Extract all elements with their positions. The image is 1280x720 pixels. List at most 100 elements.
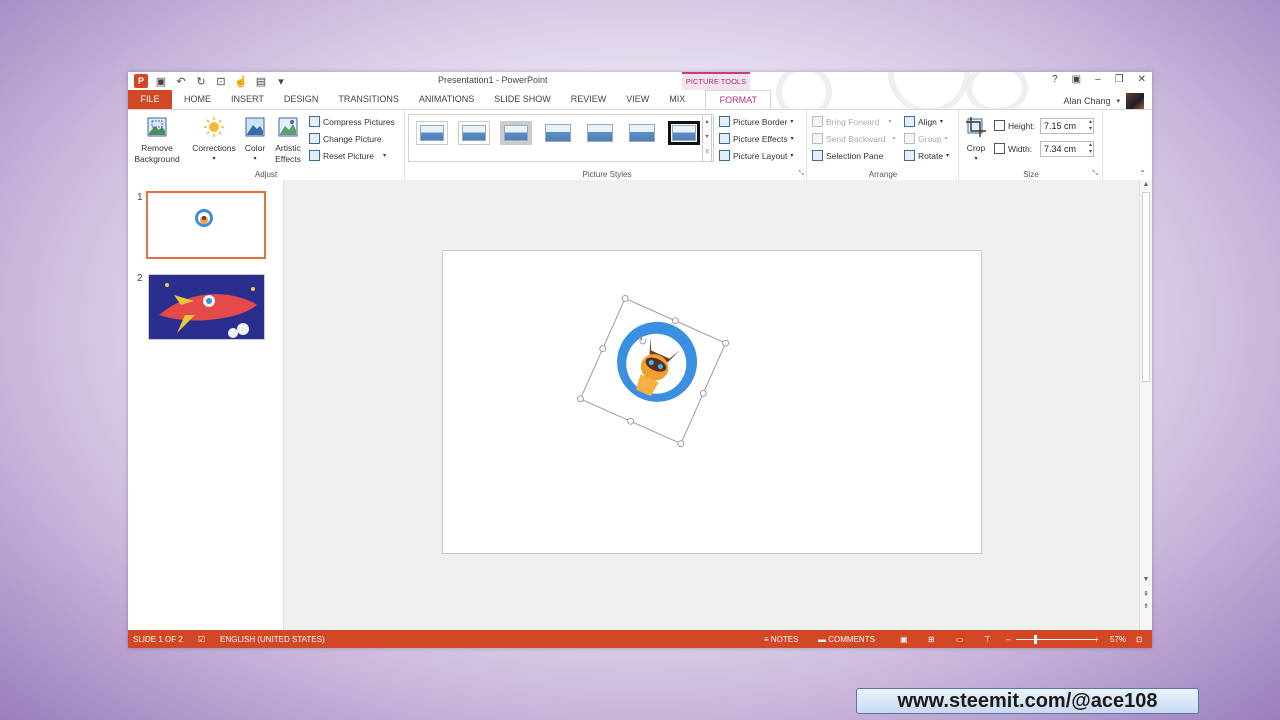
fit-slide-icon[interactable]: ⊡ <box>1136 635 1143 644</box>
picture-style-thumb[interactable] <box>668 121 700 145</box>
tab-slide-show[interactable]: SLIDE SHOW <box>484 90 561 109</box>
picture-layout-button[interactable]: Picture Layout ▾ <box>719 150 793 161</box>
current-slide[interactable]: ↻ <box>442 250 982 554</box>
slide-editor: ↻ <box>284 180 1140 630</box>
notes-button[interactable]: ≡ NOTES <box>764 635 798 644</box>
group-icon <box>904 133 915 144</box>
reset-picture-button[interactable]: Reset Picture ▾ <box>309 150 386 161</box>
height-field[interactable]: 7.15 cm ▴ ▾ <box>1040 118 1094 134</box>
tab-format[interactable]: FORMAT <box>705 90 772 109</box>
scroll-down-icon[interactable]: ▼ <box>1140 576 1152 583</box>
bring-forward-button[interactable]: Bring Forward ▾ <box>812 116 891 127</box>
send-backward-button[interactable]: Send Backward ▾ <box>812 133 896 144</box>
tab-design[interactable]: DESIGN <box>274 90 329 109</box>
touch-mode-icon[interactable]: ☝ <box>234 75 248 88</box>
slide-thumbnail-2[interactable] <box>148 274 265 340</box>
spelling-check-icon[interactable]: ☑ <box>198 635 205 644</box>
artistic-effects-button[interactable]: Artistic Effects <box>270 116 306 165</box>
rocket-illustration <box>149 275 264 339</box>
height-spinner[interactable]: ▴ ▾ <box>1089 119 1092 133</box>
customize-qat-icon[interactable]: ▾ <box>274 75 288 88</box>
user-name: Alan Chang <box>1063 96 1111 106</box>
picture-styles-group-label: Picture Styles <box>582 170 632 179</box>
save-as-icon[interactable]: ▤ <box>254 75 268 88</box>
tab-home[interactable]: HOME <box>174 90 221 109</box>
chevron-down-icon: ▾ <box>939 119 943 125</box>
tab-animations[interactable]: ANIMATIONS <box>409 90 484 109</box>
picture-border-button[interactable]: Picture Border ▾ <box>719 116 793 127</box>
minimize-icon[interactable]: – <box>1095 74 1101 85</box>
change-picture-button[interactable]: Change Picture <box>309 133 382 144</box>
collapse-ribbon-icon[interactable]: ⌃ <box>1139 169 1146 178</box>
quick-access-toolbar: P ▣ ↶ ↻ ⊡ ☝ ▤ ▾ <box>134 74 288 88</box>
remove-background-button[interactable]: Remove Background <box>130 116 184 165</box>
slide-sorter-icon[interactable]: ⊞ <box>928 635 935 644</box>
window-title: Presentation1 - PowerPoint <box>438 75 548 85</box>
ribbon-display-options-icon[interactable]: ▣ <box>1072 74 1081 85</box>
group-button[interactable]: Group ▾ <box>904 133 948 144</box>
help-icon[interactable]: ? <box>1052 74 1058 85</box>
dialog-launcher-icon[interactable]: ⤡ <box>1092 170 1098 178</box>
scroll-up-icon[interactable]: ▲ <box>1140 181 1152 188</box>
title-bar: P ▣ ↶ ↻ ⊡ ☝ ▤ ▾ Presentation1 - PowerPoi… <box>128 72 1152 120</box>
comments-button[interactable]: ▬ COMMENTS <box>818 635 875 644</box>
undo-icon[interactable]: ↶ <box>174 75 188 88</box>
tab-view[interactable]: VIEW <box>616 90 659 109</box>
language-status[interactable]: ENGLISH (UNITED STATES) <box>220 635 325 644</box>
tab-file[interactable]: FILE <box>128 90 172 109</box>
corrections-button[interactable]: Corrections ▾ <box>188 116 240 165</box>
picture-style-thumb[interactable] <box>584 121 616 145</box>
chevron-down-icon: ▾ <box>1116 98 1120 105</box>
width-field[interactable]: 7.34 cm ▴ ▾ <box>1040 141 1094 157</box>
picture-effects-button[interactable]: Picture Effects ▾ <box>719 133 794 144</box>
status-bar: SLIDE 1 OF 2 ☑ ENGLISH (UNITED STATES) ≡… <box>128 630 1152 648</box>
align-icon <box>904 116 915 127</box>
zoom-slider[interactable] <box>1016 639 1096 640</box>
zoom-in-icon[interactable]: + <box>1094 635 1099 644</box>
crop-button[interactable]: Crop ▾ <box>964 116 988 165</box>
powerpoint-logo-icon: P <box>134 74 148 88</box>
zoom-level[interactable]: 57% <box>1110 635 1126 644</box>
remove-background-label: Remove Background <box>134 143 180 164</box>
picture-style-thumb[interactable] <box>416 121 448 145</box>
align-button[interactable]: Align ▾ <box>904 116 943 127</box>
user-account[interactable]: Alan Chang ▾ <box>1063 93 1144 109</box>
zoom-slider-knob[interactable] <box>1034 635 1037 644</box>
tab-mix[interactable]: MIX <box>659 90 695 109</box>
start-from-beginning-icon[interactable]: ⊡ <box>214 75 228 88</box>
normal-view-icon[interactable]: ▣ <box>900 635 908 644</box>
reading-view-icon[interactable]: ▭ <box>956 635 964 644</box>
vertical-scrollbar[interactable]: ▲ ▼ ⇞ ⇟ <box>1139 180 1152 630</box>
width-value: 7.34 cm <box>1044 144 1077 154</box>
width-icon <box>994 143 1005 154</box>
zoom-out-icon[interactable]: – <box>1006 635 1010 644</box>
picture-style-thumb[interactable] <box>542 121 574 145</box>
gallery-scroll[interactable]: ▴ ▾ ≡ <box>702 114 712 162</box>
color-button[interactable]: Color ▾ <box>240 116 270 165</box>
restore-icon[interactable]: ❐ <box>1115 74 1124 85</box>
send-backward-label: Send Backward <box>826 133 886 144</box>
close-icon[interactable]: ✕ <box>1138 74 1146 85</box>
picture-style-thumb[interactable] <box>500 121 532 145</box>
selection-pane-button[interactable]: Selection Pane <box>812 150 883 161</box>
save-icon[interactable]: ▣ <box>154 75 168 88</box>
scroll-thumb[interactable] <box>1142 192 1150 382</box>
redo-icon[interactable]: ↻ <box>194 75 208 88</box>
tab-transitions[interactable]: TRANSITIONS <box>328 90 409 109</box>
next-slide-icon[interactable]: ⇟ <box>1140 602 1152 610</box>
previous-slide-icon[interactable]: ⇞ <box>1140 590 1152 598</box>
picture-style-thumb[interactable] <box>458 121 490 145</box>
picture-style-thumb[interactable] <box>626 121 658 145</box>
tab-review[interactable]: REVIEW <box>561 90 617 109</box>
slide-thumbnail-1[interactable] <box>146 191 266 259</box>
width-spinner[interactable]: ▴ ▾ <box>1089 142 1092 156</box>
compress-pictures-button[interactable]: Compress Pictures <box>309 116 395 127</box>
dialog-launcher-icon[interactable]: ⤡ <box>798 170 804 178</box>
tab-insert[interactable]: INSERT <box>221 90 274 109</box>
rotate-button[interactable]: Rotate ▾ <box>904 150 949 161</box>
slide-show-icon[interactable]: ⊤ <box>984 635 991 644</box>
selected-picture[interactable]: ↻ <box>443 251 981 553</box>
adjust-group: Remove Background Corrections ▾ Color ▾ … <box>128 110 405 180</box>
picture-layout-label: Picture Layout <box>733 150 788 161</box>
selection-pane-label: Selection Pane <box>826 150 884 161</box>
